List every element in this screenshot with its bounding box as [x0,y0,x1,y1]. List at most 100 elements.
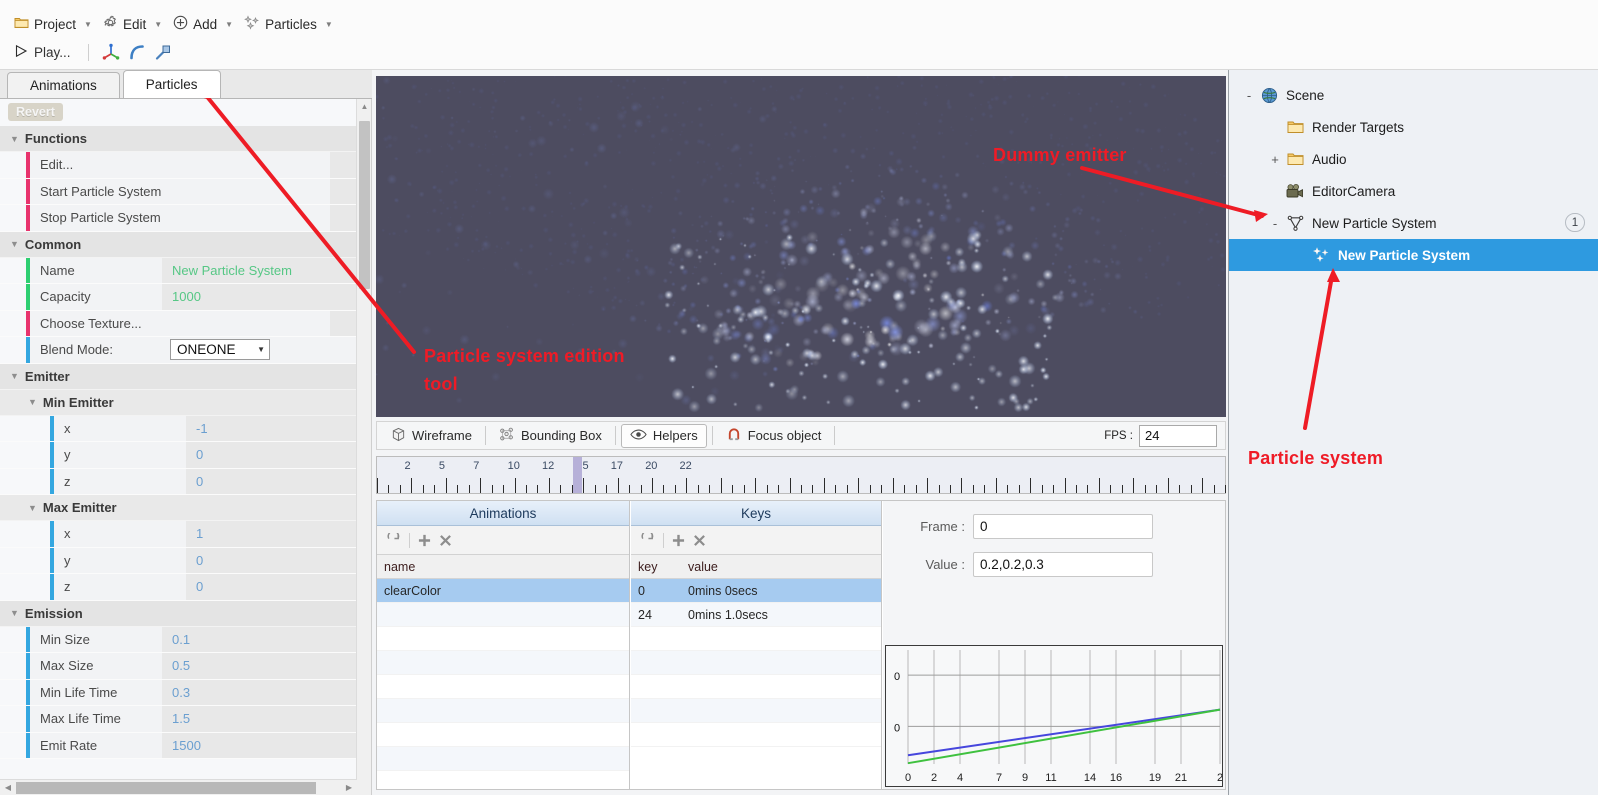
property-row[interactable]: Blend Mode: ONEONE ▼ [0,337,357,364]
property-group-max-emitter[interactable]: ▼ Max Emitter [0,495,357,521]
tree-node-scene[interactable]: - Scene [1229,79,1598,111]
menu-add[interactable]: Add ▼ [169,13,240,35]
scroll-thumb-horizontal[interactable] [16,781,316,794]
pin-icon[interactable] [150,41,176,63]
property-value[interactable]: 0 [186,574,357,600]
property-row[interactable]: z0 [0,468,357,495]
table-row[interactable] [377,675,629,699]
table-row[interactable] [377,723,629,747]
property-group-emission[interactable]: ▼ Emission [0,600,357,627]
tab-animations[interactable]: Animations [7,72,120,98]
property-value[interactable]: 0 [186,468,357,494]
collapse-icon[interactable]: - [1241,88,1257,103]
property-value[interactable]: 1 [186,521,357,547]
property-row[interactable]: Name New Particle System [0,257,357,284]
property-value[interactable]: New Particle System [162,257,357,283]
property-value[interactable]: 1.5 [162,706,357,732]
property-row[interactable]: Max Size 0.5 [0,653,357,680]
property-value[interactable]: 0.1 [162,626,357,652]
value-input[interactable]: 0.2,0.2,0.3 [973,552,1153,577]
tree-node-editorcamera[interactable]: EditorCamera [1229,175,1598,207]
tree-node-new-particle-system[interactable]: - New Particle System 1 [1229,207,1598,239]
scroll-track-horizontal[interactable] [16,780,341,795]
table-row[interactable] [377,747,629,771]
property-value[interactable]: -1 [186,415,357,441]
tab-particles[interactable]: Particles [122,70,221,98]
table-row[interactable] [377,651,629,675]
expand-icon[interactable]: + [1267,152,1283,167]
property-value[interactable]: 0 [186,547,357,573]
tree-node-audio[interactable]: + Audio [1229,143,1598,175]
property-group-functions[interactable]: ▼ Functions [0,126,357,152]
property-row[interactable]: z0 [0,574,357,601]
table-row[interactable] [631,675,881,699]
chevron-down-icon: ▼ [10,133,19,144]
delete-icon[interactable] [693,534,706,547]
table-row[interactable] [631,699,881,723]
table-row[interactable]: 24 0mins 1.0secs [631,603,881,627]
property-row[interactable]: y0 [0,442,357,469]
bounding-box-button[interactable]: Bounding Box [491,424,610,448]
axis-gizmo-icon[interactable] [98,41,124,63]
property-group-emitter[interactable]: ▼ Emitter [0,363,357,390]
table-row[interactable] [377,603,629,627]
fps-input[interactable]: 24 [1139,425,1217,447]
table-row[interactable] [377,699,629,723]
property-row[interactable]: Emit Rate 1500 [0,732,357,759]
menu-particles[interactable]: Particles ▼ [240,13,340,35]
revert-button[interactable]: Revert [8,103,63,121]
property-row[interactable]: Start Particle System [0,178,357,205]
refresh-icon[interactable] [386,532,401,548]
indent-spacer [0,284,26,310]
focus-object-button[interactable]: Focus object [718,424,830,448]
property-row[interactable]: x -1 [0,415,357,442]
delete-icon[interactable] [439,534,452,547]
scroll-thumb-vertical[interactable] [359,121,370,289]
property-value[interactable]: 0.3 [162,679,357,705]
property-row[interactable]: x1 [0,521,357,548]
menu-edit[interactable]: Edit ▼ [99,13,169,35]
wireframe-button[interactable]: Wireframe [383,424,480,448]
property-value[interactable]: 0.5 [162,653,357,679]
menu-project[interactable]: Project ▼ [10,14,99,34]
curve-icon[interactable] [124,41,150,63]
scroll-left-icon[interactable]: ◀ [0,783,16,792]
collapse-icon[interactable]: - [1267,216,1283,231]
property-group-min-emitter[interactable]: ▼ Min Emitter [0,389,357,416]
table-row[interactable] [631,723,881,747]
frame-input[interactable]: 0 [973,514,1153,539]
property-group-common[interactable]: ▼ Common [0,231,357,258]
table-row[interactable]: clearColor [377,579,629,603]
add-icon[interactable] [672,534,685,547]
table-row[interactable] [631,627,881,651]
property-value[interactable]: 1000 [162,284,357,310]
helpers-button[interactable]: Helpers [620,423,707,448]
table-row[interactable] [377,627,629,651]
property-row[interactable]: Capacity 1000 [0,284,357,311]
property-row[interactable]: Min Size 0.1 [0,626,357,653]
timeline-playhead[interactable] [572,457,582,493]
play-button[interactable]: Play... [10,42,79,63]
scroll-up-icon[interactable]: ▲ [357,99,372,114]
property-value[interactable]: 1500 [162,732,357,758]
property-row[interactable]: Min Life Time 0.3 [0,679,357,706]
property-row[interactable]: Edit... [0,152,357,179]
property-value[interactable]: 0 [186,442,357,468]
properties-vertical-scrollbar[interactable]: ▲ ▼ [356,99,371,795]
property-value[interactable]: ONEONE ▼ [162,337,357,363]
property-row[interactable]: Stop Particle System [0,205,357,232]
tree-node-new-particle-system[interactable]: New Particle System [1229,239,1598,271]
table-row[interactable]: 0 0mins 0secs [631,579,881,603]
property-row[interactable]: y0 [0,547,357,574]
refresh-icon[interactable] [640,532,655,548]
add-icon[interactable] [418,534,431,547]
curve-graph[interactable]: 0 2 4 7 9 11 14 16 19 21 2 0 0 [885,645,1223,787]
blend-mode-select[interactable]: ONEONE ▼ [170,339,270,361]
property-row[interactable]: Choose Texture... [0,310,357,337]
properties-horizontal-scrollbar[interactable]: ◀ ▶ [0,779,357,795]
property-row[interactable]: Max Life Time 1.5 [0,706,357,733]
tree-node-render-targets[interactable]: Render Targets [1229,111,1598,143]
scroll-right-icon[interactable]: ▶ [341,783,357,792]
timeline-ruler[interactable]: 2 5 7 10 12 15 17 20 22 [376,456,1226,494]
table-row[interactable] [631,651,881,675]
